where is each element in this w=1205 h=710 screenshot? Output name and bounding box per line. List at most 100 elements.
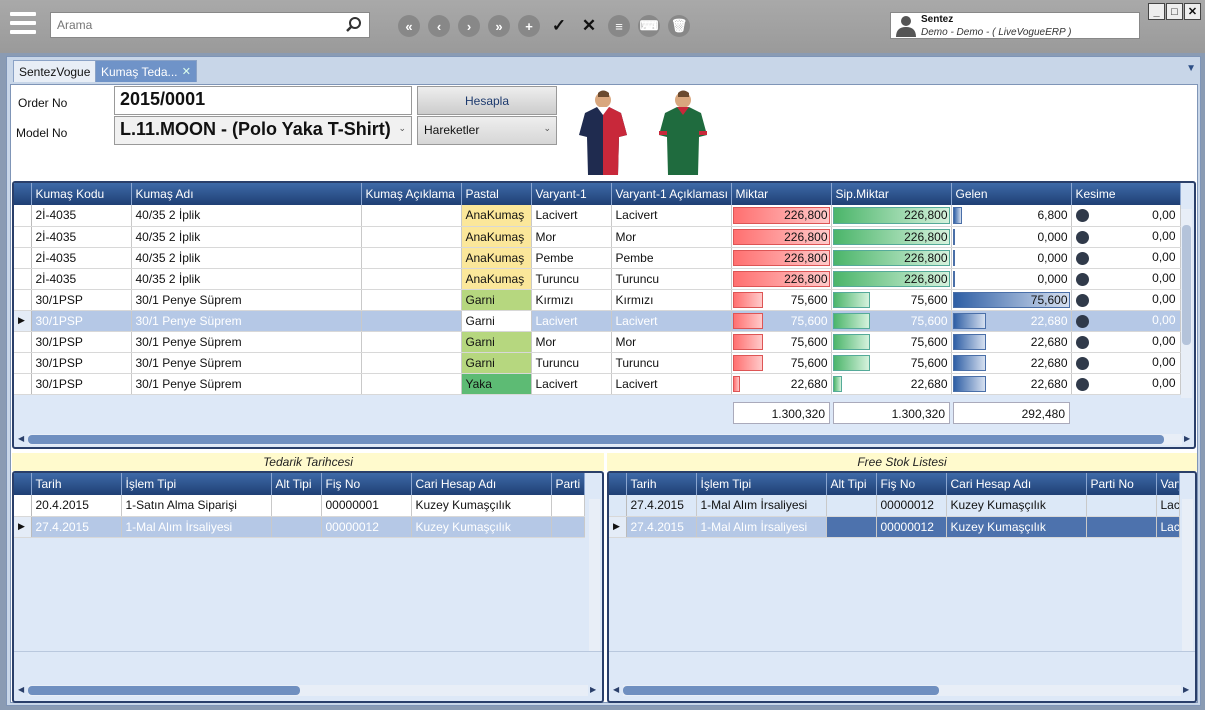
vertical-scrollbar[interactable] (1182, 499, 1193, 651)
cell-fis[interactable]: 00000012 (876, 495, 947, 517)
cell-kod[interactable]: 2İ-4035 (31, 226, 132, 248)
cell-kod[interactable]: 2İ-4035 (31, 268, 132, 290)
last-record-icon[interactable]: » (488, 15, 510, 37)
first-record-icon[interactable]: « (398, 15, 420, 37)
row-selector[interactable] (14, 352, 32, 374)
freestok-col-6[interactable]: Vary (1156, 473, 1180, 495)
cell-pastal[interactable]: Garni (461, 310, 532, 332)
cell-alt[interactable] (826, 516, 877, 538)
cell-acik[interactable] (361, 352, 462, 374)
cell-v1a[interactable]: Pembe (611, 247, 732, 269)
cell-tarih[interactable]: 27.4.2015 (31, 516, 122, 538)
cell-sip[interactable]: 75,600 (831, 310, 952, 332)
table-row[interactable]: 2İ-4035 40/35 2 İplik AnaKumaş Turuncu Turun… (14, 268, 1181, 290)
cell-v1[interactable]: Turuncu (531, 352, 612, 374)
cell-gelen[interactable]: 75,600 (951, 289, 1072, 311)
cell-cari[interactable]: Kuzey Kumaşçılık (946, 495, 1087, 517)
horizontal-scrollbar[interactable] (623, 685, 1181, 696)
chevron-down-icon[interactable]: ⌄ (543, 123, 551, 134)
cell-v1a[interactable]: Lacivert (611, 310, 732, 332)
cell-fis[interactable]: 00000001 (321, 495, 412, 517)
cell-miktar[interactable]: 226,800 (731, 268, 832, 290)
freestok-col-1[interactable]: İşlem Tipi (696, 473, 827, 495)
cell-pastal[interactable]: AnaKumaş (461, 205, 532, 227)
cell-sip[interactable]: 226,800 (831, 268, 952, 290)
row-selector[interactable] (14, 205, 32, 227)
cell-kod[interactable]: 30/1PSP (31, 310, 132, 332)
cell-alt[interactable] (826, 495, 877, 517)
cell-v1[interactable]: Mor (531, 226, 612, 248)
table-row[interactable]: 20.4.2015 1-Satın Alma Siparişi 00000001 Ku… (14, 495, 585, 517)
cell-v1a[interactable]: Lacivert (611, 373, 732, 395)
cell-cari[interactable]: Kuzey Kumaşçılık (411, 495, 552, 517)
cell-kesime[interactable]: 0,00 (1071, 205, 1181, 227)
cell-acik[interactable] (361, 268, 462, 290)
next-record-icon[interactable]: › (458, 15, 480, 37)
cell-islem[interactable]: 1-Mal Alım İrsaliyesi (696, 516, 827, 538)
cell-gelen[interactable]: 0,000 (951, 226, 1072, 248)
cell-fis[interactable]: 00000012 (876, 516, 947, 538)
row-selector[interactable] (14, 495, 32, 517)
cell-islem[interactable]: 1-Satın Alma Siparişi (121, 495, 272, 517)
cell-miktar[interactable]: 22,680 (731, 373, 832, 395)
cell-kod[interactable]: 2İ-4035 (31, 247, 132, 269)
cell-gelen[interactable]: 22,680 (951, 373, 1072, 395)
tab-kumas-tedarik[interactable]: Kumaş Teda... ✕ (95, 60, 197, 82)
cell-vary[interactable]: Laci (1156, 516, 1180, 538)
cell-sip[interactable]: 22,680 (831, 373, 952, 395)
cell-sip[interactable]: 75,600 (831, 352, 952, 374)
cell-ad[interactable]: 40/35 2 İplik (131, 226, 362, 248)
tedarik-col-0[interactable]: Tarih (31, 473, 122, 495)
cell-acik[interactable] (361, 289, 462, 311)
cell-pastal[interactable]: Garni (461, 331, 532, 353)
row-selector[interactable]: ▶ (14, 310, 32, 332)
cell-gelen[interactable]: 0,000 (951, 247, 1072, 269)
cell-v1[interactable]: Lacivert (531, 310, 612, 332)
cell-cari[interactable]: Kuzey Kumaşçılık (411, 516, 552, 538)
horizontal-scrollbar[interactable] (28, 685, 588, 696)
tedarik-col-1[interactable]: İşlem Tipi (121, 473, 272, 495)
row-selector[interactable] (14, 268, 32, 290)
cell-acik[interactable] (361, 331, 462, 353)
cell-parti[interactable] (1086, 516, 1157, 538)
cell-ad[interactable]: 40/35 2 İplik (131, 247, 362, 269)
cell-miktar[interactable]: 226,800 (731, 247, 832, 269)
cell-alt[interactable] (271, 495, 322, 517)
cell-miktar[interactable]: 75,600 (731, 352, 832, 374)
cell-kesime[interactable]: 0,00 (1071, 247, 1181, 269)
table-row[interactable]: 2İ-4035 40/35 2 İplik AnaKumaş Pembe Pembe 22… (14, 247, 1181, 269)
scroll-left-icon[interactable]: ◀ (18, 434, 24, 443)
cell-alt[interactable] (271, 516, 322, 538)
tab-dropdown-icon[interactable]: ▼ (1186, 63, 1196, 74)
freestok-col-4[interactable]: Cari Hesap Adı (946, 473, 1087, 495)
cell-ad[interactable]: 30/1 Penye Süprem (131, 331, 362, 353)
main_grid-col-5[interactable]: Varyant-1 Açıklaması (611, 183, 732, 205)
previous-record-icon[interactable]: ‹ (428, 15, 450, 37)
minimize-icon[interactable]: _ (1148, 3, 1165, 20)
cell-v1a[interactable]: Mor (611, 226, 732, 248)
vertical-scrollbar[interactable] (589, 499, 600, 651)
table-row[interactable]: 30/1PSP 30/1 Penye Süprem Garni Kırmızı Kırm… (14, 289, 1181, 311)
row-selector[interactable] (14, 289, 32, 311)
cell-parti[interactable] (551, 516, 585, 538)
row-selector[interactable]: ▶ (14, 516, 32, 538)
cell-kod[interactable]: 30/1PSP (31, 331, 132, 353)
main_grid-col-3[interactable]: Pastal (461, 183, 532, 205)
tedarik-col-5[interactable]: Parti N (551, 473, 585, 495)
row-selector[interactable] (14, 226, 32, 248)
cell-miktar[interactable]: 75,600 (731, 289, 832, 311)
cell-parti[interactable] (551, 495, 585, 517)
cell-v1[interactable]: Turuncu (531, 268, 612, 290)
cell-tarih[interactable]: 27.4.2015 (626, 516, 697, 538)
save-check-icon[interactable]: ✓ (548, 15, 570, 37)
list-icon[interactable]: ≡ (608, 15, 630, 37)
cell-pastal[interactable]: AnaKumaş (461, 226, 532, 248)
cell-pastal[interactable]: Garni (461, 352, 532, 374)
freestok-col-2[interactable]: Alt Tipi (826, 473, 877, 495)
cell-cari[interactable]: Kuzey Kumaşçılık (946, 516, 1087, 538)
table-row[interactable]: ▶ 27.4.2015 1-Mal Alım İrsaliyesi 00000012 K… (609, 516, 1180, 538)
cell-pastal[interactable]: AnaKumaş (461, 268, 532, 290)
scroll-left-icon[interactable]: ◀ (613, 685, 619, 694)
cell-pastal[interactable]: AnaKumaş (461, 247, 532, 269)
cell-acik[interactable] (361, 205, 462, 227)
